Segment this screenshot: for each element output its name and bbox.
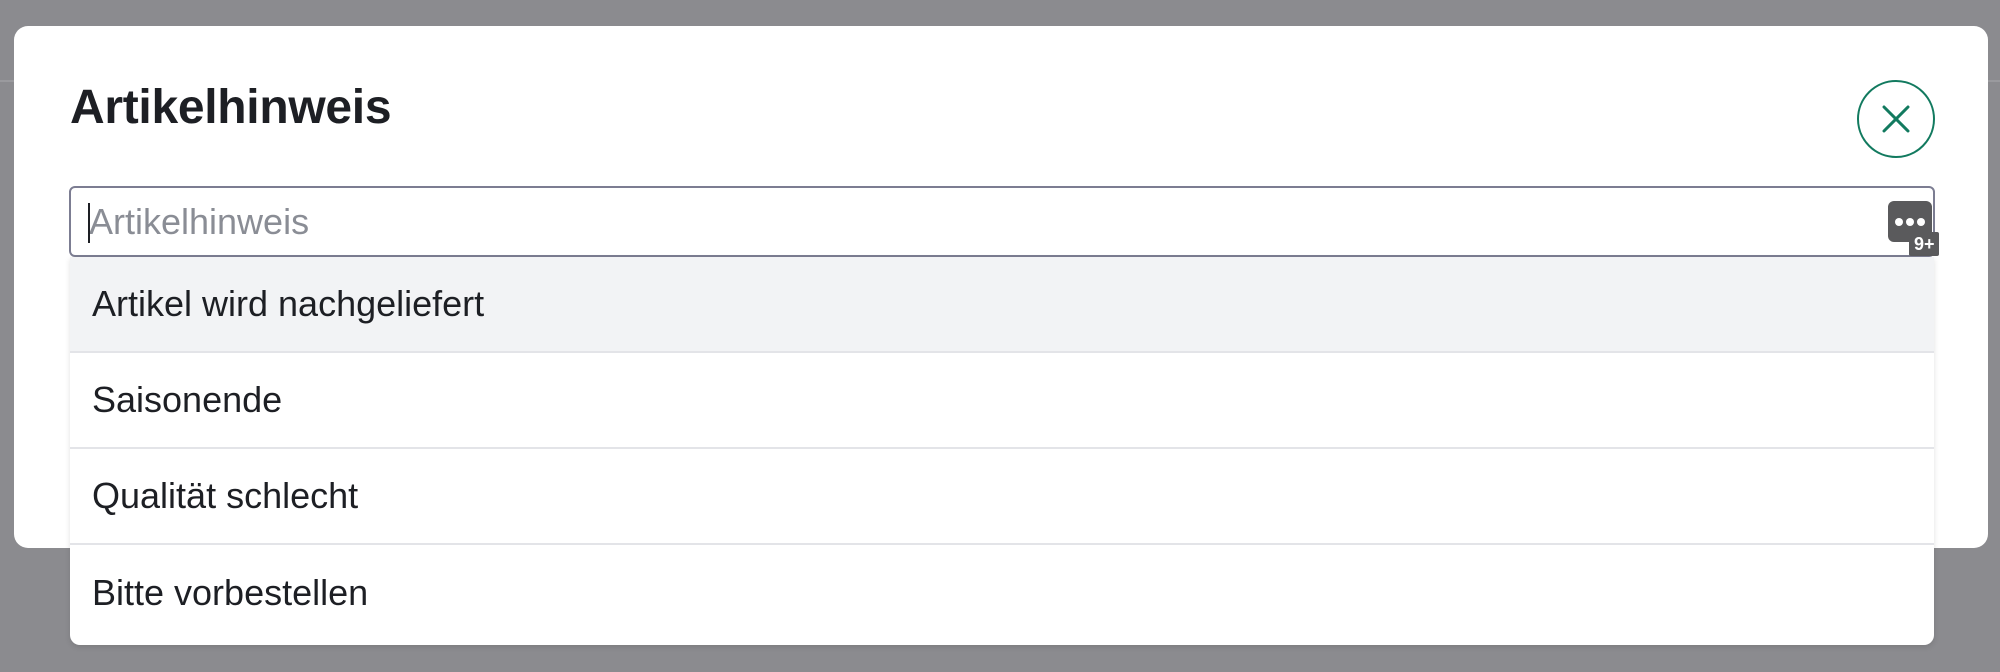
password-manager-badge: 9+ xyxy=(1909,232,1939,256)
dropdown-option[interactable]: Saisonende xyxy=(70,353,1934,449)
text-caret xyxy=(88,203,90,243)
dots-icon xyxy=(1895,217,1925,226)
suggestion-dropdown: Artikel wird nachgeliefert Saisonende Qu… xyxy=(70,257,1934,645)
dropdown-option[interactable]: Artikel wird nachgeliefert xyxy=(70,257,1934,353)
article-note-input[interactable] xyxy=(89,188,1869,255)
close-button[interactable] xyxy=(1857,80,1935,158)
article-note-field[interactable]: 9+ xyxy=(69,186,1939,257)
close-icon xyxy=(1882,105,1910,133)
dropdown-option[interactable]: Bitte vorbestellen xyxy=(70,545,1934,641)
dropdown-option[interactable]: Qualität schlecht xyxy=(70,449,1934,545)
dialog-title: Artikelhinweis xyxy=(70,81,392,134)
